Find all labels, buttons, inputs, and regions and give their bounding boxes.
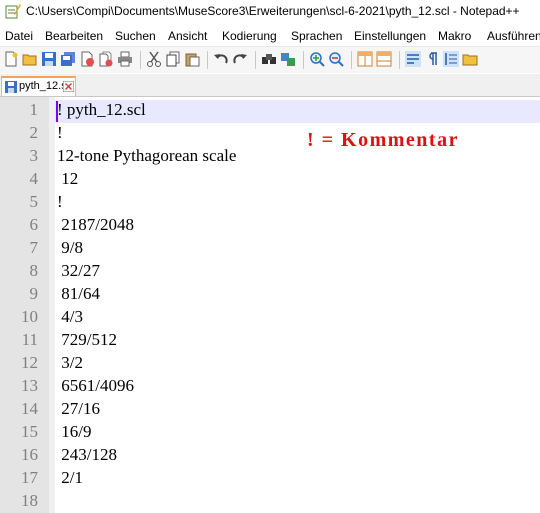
toolbar-separator [351, 51, 352, 69]
code-line[interactable]: 27/16 [57, 399, 100, 419]
line-number[interactable]: 11 [0, 330, 38, 350]
find-icon[interactable] [261, 51, 277, 67]
paste-icon[interactable] [184, 51, 200, 67]
zoom-out-icon[interactable] [328, 51, 344, 67]
copy-icon[interactable] [165, 51, 181, 67]
sync-horizontal-icon[interactable] [376, 51, 392, 67]
saved-file-icon [5, 81, 17, 93]
toolbar-separator [140, 51, 141, 69]
tab-pyth-12[interactable]: pyth_12.scl [1, 76, 76, 96]
window-title: C:\Users\Compi\Documents\MuseScore3\Erwe… [26, 4, 520, 18]
cut-icon[interactable] [146, 51, 162, 67]
line-number[interactable]: 13 [0, 376, 38, 396]
menu-ansicht[interactable]: Ansicht [168, 29, 207, 43]
code-line[interactable]: 2187/2048 [57, 215, 134, 235]
new-file-icon[interactable] [3, 51, 19, 67]
close-all-icon[interactable] [98, 51, 114, 67]
menu-suchen[interactable]: Suchen [115, 29, 156, 43]
menu-einstellungen[interactable]: Einstellungen [354, 29, 426, 43]
word-wrap-icon[interactable] [405, 51, 421, 67]
code-line[interactable]: ! pyth_12.scl [57, 100, 146, 120]
zoom-in-icon[interactable] [309, 51, 325, 67]
menu-makro[interactable]: Makro [438, 29, 471, 43]
comment-annotation: ! = Kommentar [307, 129, 459, 151]
code-line[interactable]: 6561/4096 [57, 376, 134, 396]
title-bar: C:\Users\Compi\Documents\MuseScore3\Erwe… [0, 0, 540, 24]
toolbar-separator [399, 51, 400, 69]
redo-icon[interactable] [232, 51, 248, 67]
code-line[interactable]: ! [57, 192, 63, 212]
line-number[interactable]: 9 [0, 284, 39, 304]
replace-icon[interactable] [280, 51, 296, 67]
save-all-icon[interactable] [60, 51, 76, 67]
code-line[interactable]: 243/128 [57, 445, 117, 465]
sync-vertical-icon[interactable] [357, 51, 373, 67]
line-number[interactable]: 2 [0, 123, 39, 143]
code-line[interactable]: 2/1 [57, 468, 83, 488]
menu-sprachen[interactable]: Sprachen [291, 29, 342, 43]
indent-guide-icon[interactable] [443, 51, 459, 67]
code-line[interactable]: 3/2 [57, 353, 83, 373]
code-line[interactable]: 12-tone Pythagorean scale [57, 146, 236, 166]
line-number[interactable]: 15 [0, 422, 38, 442]
show-all-chars-icon[interactable] [424, 51, 440, 67]
undo-icon[interactable] [213, 51, 229, 67]
line-number[interactable]: 14 [0, 399, 38, 419]
line-number[interactable]: 3 [0, 146, 39, 166]
toolbar [0, 46, 540, 73]
fold-margin[interactable] [49, 97, 55, 513]
line-number[interactable]: 7 [0, 238, 39, 258]
menu-kodierung[interactable]: Kodierung [222, 29, 277, 43]
code-line[interactable]: 729/512 [57, 330, 117, 350]
menu-ausfuehren[interactable]: Ausführen [487, 29, 540, 43]
code-line[interactable]: ! [57, 123, 63, 143]
line-number[interactable]: 5 [0, 192, 39, 212]
code-line[interactable]: 4/3 [57, 307, 83, 327]
line-number[interactable]: 4 [0, 169, 39, 189]
toolbar-separator [303, 51, 304, 69]
menu-bar: Datei Bearbeiten Suchen Ansicht Kodierun… [0, 26, 540, 46]
line-number[interactable]: 8 [0, 261, 39, 281]
line-number[interactable]: 1 [0, 100, 39, 120]
menu-datei[interactable]: Datei [5, 29, 33, 43]
notepad-plus-plus-icon [5, 4, 21, 19]
close-icon[interactable] [79, 51, 95, 67]
code-line[interactable]: 12 [57, 169, 78, 189]
line-number[interactable]: 18 [0, 491, 38, 511]
toolbar-separator [255, 51, 256, 69]
folder-as-workspace-icon[interactable] [462, 51, 478, 67]
line-number[interactable]: 12 [0, 353, 38, 373]
line-number[interactable]: 16 [0, 445, 38, 465]
line-number[interactable]: 6 [0, 215, 39, 235]
code-line[interactable]: 9/8 [57, 238, 83, 258]
tab-bar: pyth_12.scl [0, 74, 540, 97]
menu-bearbeiten[interactable]: Bearbeiten [45, 29, 103, 43]
print-icon[interactable] [117, 51, 133, 67]
code-line[interactable]: 32/27 [57, 261, 100, 281]
line-number[interactable]: 17 [0, 468, 38, 488]
close-tab-icon[interactable] [63, 81, 74, 92]
line-number[interactable]: 10 [0, 307, 38, 327]
toolbar-separator [207, 51, 208, 69]
code-line[interactable]: 81/64 [57, 284, 100, 304]
open-file-icon[interactable] [22, 51, 38, 67]
save-icon[interactable] [41, 51, 57, 67]
code-line[interactable]: 16/9 [57, 422, 91, 442]
